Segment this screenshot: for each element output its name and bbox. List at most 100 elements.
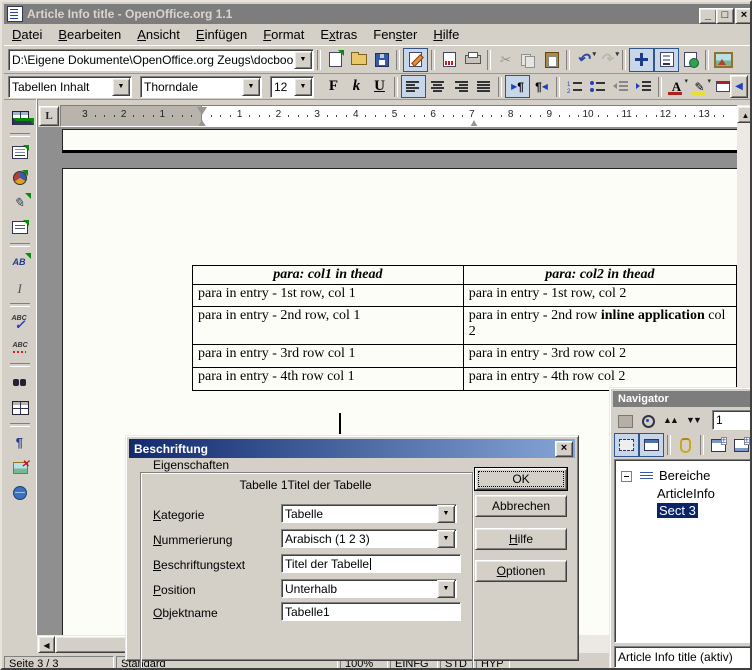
increase-indent-button[interactable] <box>632 76 655 97</box>
tree-label-selected[interactable]: Sect 3 <box>657 503 698 518</box>
url-value[interactable]: D:\Eigene Dokumente\OpenOffice.org Zeugs… <box>9 53 293 67</box>
ok-button[interactable]: OK <box>475 468 567 490</box>
navigator-document-field[interactable]: Article Info title (aktiv) <box>614 646 752 668</box>
kategorie-combobox[interactable]: Tabelle▼ <box>281 504 455 523</box>
data-sources-button[interactable] <box>7 395 33 420</box>
kategorie-value[interactable]: Tabelle <box>282 507 436 521</box>
bullet-list-button[interactable] <box>586 76 609 97</box>
size-dropdown-icon[interactable]: ▼ <box>294 78 312 96</box>
minimize-button[interactable]: _ <box>699 8 717 24</box>
find-replace-button[interactable] <box>7 370 33 395</box>
undo-button[interactable]: ▾ <box>573 49 596 71</box>
redo-dropdown-icon[interactable]: ▾ <box>615 50 619 58</box>
insert-frame-button[interactable] <box>7 140 33 165</box>
tree-label[interactable]: ArticleInfo <box>657 486 715 501</box>
url-dropdown-icon[interactable]: ▼ <box>294 51 312 69</box>
menu-bearbeiten[interactable]: Bearbeiten <box>50 25 129 44</box>
gallery-button[interactable] <box>712 49 735 71</box>
align-left-button[interactable] <box>401 75 426 98</box>
menu-hilfe[interactable]: Hilfe <box>425 25 467 44</box>
nonprinting-characters-button[interactable] <box>7 430 33 455</box>
toggle-button[interactable] <box>614 410 637 432</box>
align-center-button[interactable] <box>426 76 449 97</box>
menu-format[interactable]: Format <box>255 25 312 44</box>
position-value[interactable]: Unterhalb <box>282 582 436 596</box>
menu-fenster[interactable]: Fenster <box>365 25 425 44</box>
indent-marker[interactable] <box>197 107 207 120</box>
page-spinner[interactable]: 1 ▲▼ <box>712 410 752 430</box>
scroll-up-button[interactable]: ▲ <box>737 106 752 123</box>
font-color-button[interactable]: A ▾ <box>665 76 688 97</box>
font-name-value[interactable]: Thorndale <box>141 80 241 94</box>
navigator-window[interactable]: Navigator 1 ▲▼ Bereiche ArticleInfo Sect… <box>609 387 752 670</box>
table-cell[interactable]: para in entry - 4th row col 1 <box>193 368 464 391</box>
maximize-button[interactable]: □ <box>716 8 734 24</box>
cut-button[interactable] <box>494 49 517 71</box>
graphics-on-off-button[interactable] <box>7 455 33 480</box>
beschriftungstext-input[interactable]: Titel der Tabelle <box>281 554 461 573</box>
font-size-value[interactable]: 12 <box>271 80 293 94</box>
next-object-button[interactable] <box>683 410 706 432</box>
close-button[interactable]: × <box>735 8 752 24</box>
online-layout-button[interactable] <box>7 480 33 505</box>
title-bar[interactable]: Article Info title - OpenOffice.org 1.1 … <box>4 4 750 24</box>
footer-button[interactable] <box>730 434 752 456</box>
open-document-button[interactable] <box>347 49 370 71</box>
bold-button[interactable]: F <box>322 76 345 97</box>
url-combobox[interactable]: D:\Eigene Dokumente\OpenOffice.org Zeugs… <box>8 49 314 71</box>
insert-fields-button[interactable] <box>7 250 33 275</box>
new-document-button[interactable] <box>324 49 347 71</box>
kategorie-dropdown-icon[interactable]: ▼ <box>437 505 455 523</box>
horizontal-ruler[interactable]: 3211234567891011121314 <box>60 105 738 127</box>
style-dropdown-icon[interactable]: ▼ <box>112 78 130 96</box>
navigation-button[interactable] <box>637 410 660 432</box>
menu-ansicht[interactable]: Ansicht <box>129 25 188 44</box>
hilfe-button[interactable]: Hilfe <box>475 528 567 550</box>
status-page[interactable]: Seite 3 / 3 <box>4 656 114 670</box>
caption-dialog[interactable]: Beschriftung × Eigenschaften Tabelle 1Ti… <box>125 435 579 661</box>
document-table[interactable]: para: col1 in theadpara: col2 in theadpa… <box>192 265 737 391</box>
objektname-input[interactable]: Tabelle1 <box>281 602 461 621</box>
table-header-cell[interactable]: para: col2 in thead <box>463 266 736 285</box>
justify-button[interactable] <box>472 76 495 97</box>
copy-button[interactable] <box>517 49 540 71</box>
spellcheck-button[interactable] <box>7 310 33 335</box>
content-view-button[interactable] <box>639 433 664 457</box>
italic-button[interactable]: k <box>345 76 368 97</box>
scroll-left-button[interactable]: ◀ <box>38 636 55 653</box>
paragraph-style-value[interactable]: Tabellen Inhalt <box>9 80 111 94</box>
edit-file-button[interactable] <box>403 48 428 72</box>
highlight-button[interactable]: ✎ ▾ <box>688 76 711 97</box>
auto-spellcheck-button[interactable] <box>7 335 33 360</box>
menu-datei[interactable]: Datei <box>4 25 50 44</box>
paste-button[interactable] <box>540 49 563 71</box>
paragraph-style-combobox[interactable]: Tabellen Inhalt ▼ <box>8 76 132 98</box>
previous-object-button[interactable] <box>660 410 683 432</box>
dialog-title-bar[interactable]: Beschriftung × <box>129 439 575 458</box>
table-cell[interactable]: para in entry - 3rd row col 2 <box>463 345 736 368</box>
position-dropdown-icon[interactable]: ▼ <box>437 580 455 598</box>
save-document-button[interactable] <box>370 49 393 71</box>
insert-special-character-button[interactable] <box>7 275 33 300</box>
abbrechen-button[interactable]: Abbrechen <box>475 495 567 517</box>
hyperlink-bar-button[interactable] <box>679 49 702 71</box>
table-cell[interactable]: para in entry - 1st row, col 1 <box>193 285 464 307</box>
align-right-button[interactable] <box>449 76 472 97</box>
export-pdf-button[interactable] <box>438 49 461 71</box>
position-combobox[interactable]: Unterhalb▼ <box>281 579 455 598</box>
table-header-cell[interactable]: para: col1 in thead <box>193 266 464 285</box>
stylist-button[interactable] <box>654 48 679 72</box>
decrease-indent-button[interactable] <box>609 76 632 97</box>
form-functions-button[interactable] <box>7 215 33 240</box>
font-name-combobox[interactable]: Thorndale ▼ <box>140 76 262 98</box>
nummerierung-value[interactable]: Arabisch (1 2 3) <box>282 532 436 546</box>
dialog-close-button[interactable]: × <box>555 441 573 457</box>
draw-functions-button[interactable] <box>7 190 33 215</box>
font-size-combobox[interactable]: 12 ▼ <box>270 76 314 98</box>
table-cell[interactable]: para in entry - 1st row, col 2 <box>463 285 736 307</box>
page-spin-value[interactable]: 1 <box>713 413 726 427</box>
menu-extras[interactable]: Extras <box>312 25 365 44</box>
underline-button[interactable]: U <box>368 76 391 97</box>
insert-table-button[interactable] <box>7 105 33 130</box>
navigator-button[interactable] <box>629 48 654 72</box>
